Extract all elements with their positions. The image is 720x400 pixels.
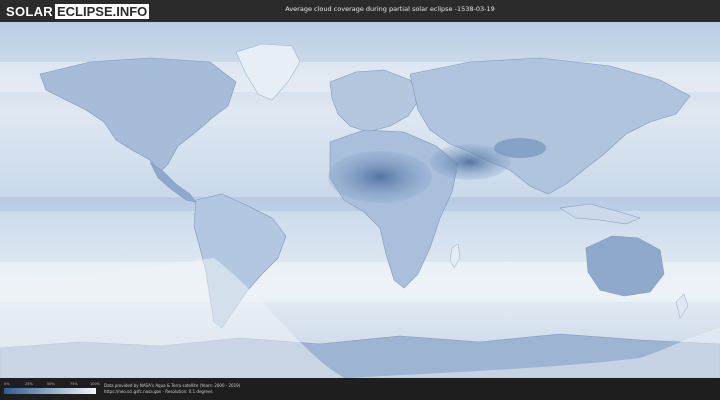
credit-line-url: https://neo.sci.gsfc.nasa.gov - Resoluti… xyxy=(104,389,213,394)
site-logo[interactable]: SOLAR ECLIPSE.INFO xyxy=(6,3,150,19)
cloud-coverage-map xyxy=(0,22,720,378)
logo-domain-text: ECLIPSE.INFO xyxy=(55,3,150,19)
footer-bar: 0% 25% 50% 75% 100% Data provided by NAS… xyxy=(0,378,720,400)
page-title: Average cloud coverage during partial so… xyxy=(285,5,495,13)
header-bar: SOLAR ECLIPSE.INFO Average cloud coverag… xyxy=(0,0,720,22)
data-credits: Data provided by NASA's Aqua & Terra sat… xyxy=(104,383,240,395)
legend-tick: 25% xyxy=(25,382,33,386)
legend-tick: 0% xyxy=(4,382,10,386)
legend-tick: 50% xyxy=(47,382,55,386)
legend-tick: 75% xyxy=(70,382,78,386)
tibet-clear-sky xyxy=(494,138,546,158)
page: SOLAR ECLIPSE.INFO Average cloud coverag… xyxy=(0,0,720,400)
sahara-clear-sky xyxy=(328,151,432,203)
logo-solar-text: SOLAR xyxy=(6,3,53,19)
legend-color-bar xyxy=(4,388,96,394)
legend-tick: 100% xyxy=(90,382,101,386)
